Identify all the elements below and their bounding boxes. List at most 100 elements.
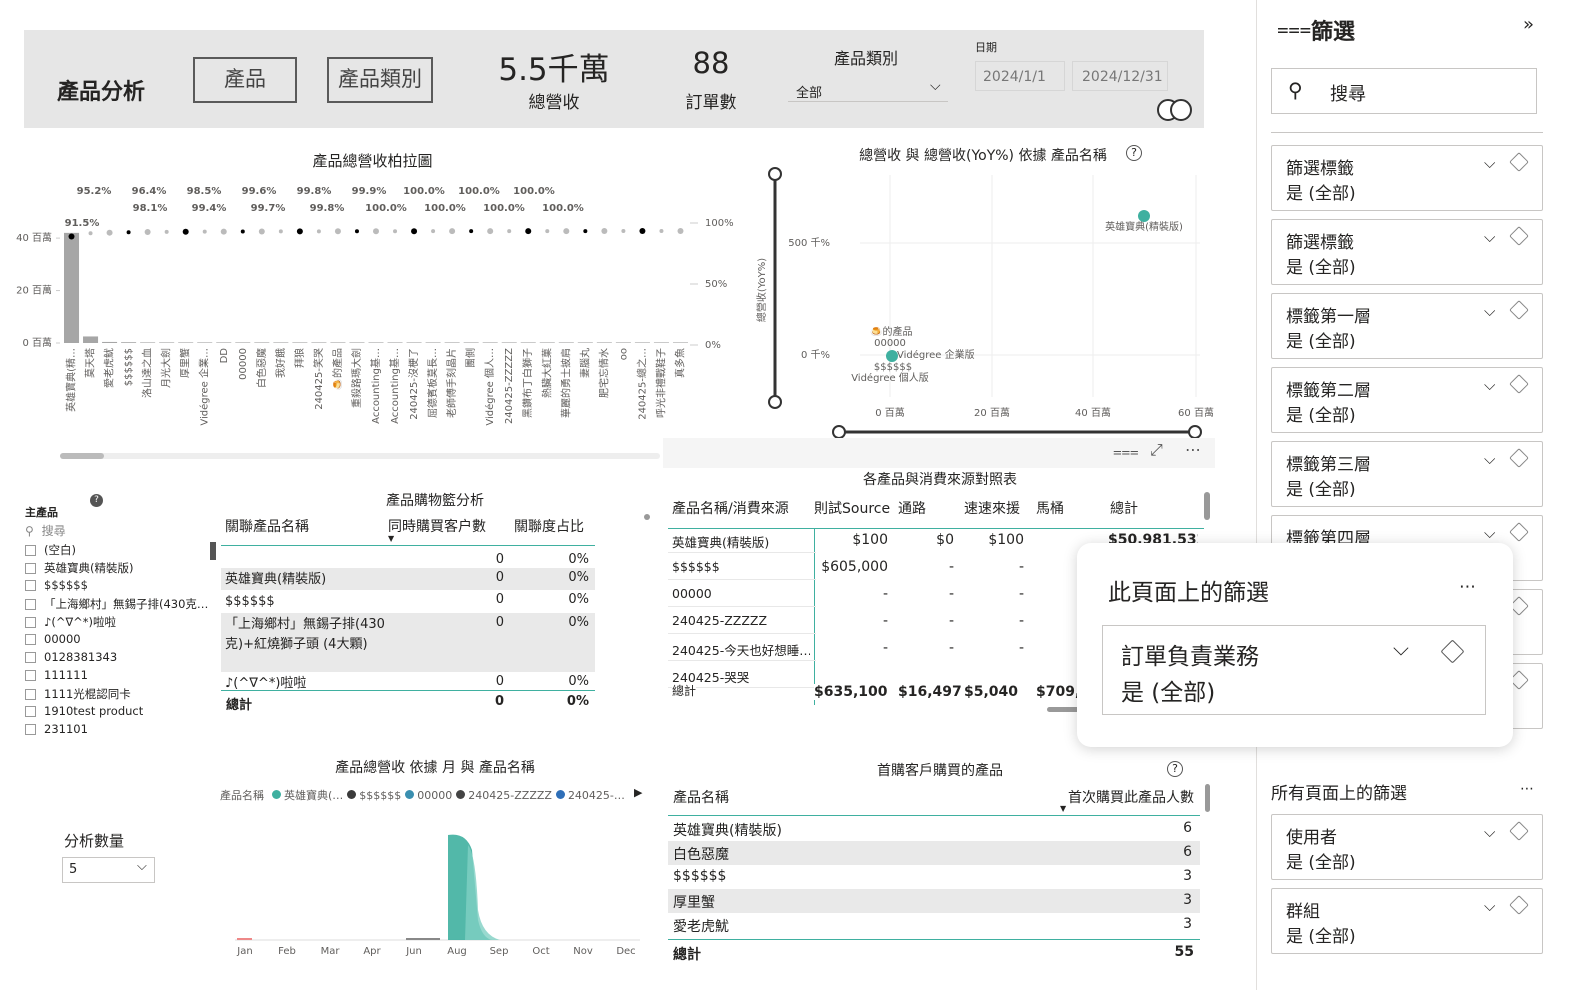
pareto-bar[interactable] [83,336,99,343]
pareto-scrollbar-track[interactable] [60,453,660,459]
pareto-bar[interactable] [216,342,232,343]
pareto-cum-point[interactable] [144,229,151,236]
eraser-icon[interactable] [1509,226,1529,246]
table-row[interactable]: 英雄寶典(精裝版) 6 [668,817,1200,841]
pareto-cum-point[interactable] [621,229,626,234]
slider-handle[interactable] [768,167,782,181]
pareto-bar[interactable] [159,342,175,343]
checkbox[interactable] [25,599,36,610]
pareto-bar[interactable] [368,342,384,343]
chevron-down-icon[interactable]: ⌵ [1484,524,1495,542]
matrix-col-header[interactable]: 馬桶 [1036,498,1064,518]
date-start-input[interactable]: 2024/1/1 [975,61,1065,91]
help-icon[interactable]: ? [90,494,103,507]
pareto-chart[interactable]: 40 百萬 20 百萬 0 百萬 100% 50% 0% 英雄寶典(精… 莫天塔 愛老虎魷 $$$… [0,170,740,465]
list-item[interactable]: 英雄寶典(精裝版) [25,560,215,578]
checkbox[interactable] [25,545,36,556]
pareto-cum-point[interactable] [601,228,608,235]
list-item[interactable]: 00000 [25,632,215,650]
pareto-bar[interactable] [178,342,194,343]
eraser-icon[interactable] [1509,448,1529,468]
list-item[interactable]: 111111 [25,668,215,686]
legend-item[interactable]: 英雄寶典(… [272,789,343,802]
help-icon[interactable]: ? [1167,761,1183,777]
table-row[interactable]: $$$$$$ 0 0% [221,590,595,612]
legend-item[interactable]: $$$$$$ [347,789,401,802]
list-item[interactable]: ♪(^∇^*)啦啦 [25,614,215,632]
pareto-bar[interactable] [672,342,688,343]
pareto-cum-point[interactable] [431,229,436,234]
legend-item[interactable]: 240425-ZZZZZ [456,789,552,802]
chevron-down-icon[interactable]: ⌵ [1484,302,1495,320]
pareto-bar[interactable] [501,342,517,343]
list-scrollbar[interactable] [210,542,216,560]
chevron-down-icon[interactable]: ⌵ [1484,897,1495,915]
matrix-row-label[interactable]: 英雄寶典(精裝版) [672,532,810,551]
table-row[interactable]: 英雄寶典(精裝版) 0 0% [221,568,595,590]
pareto-cum-point[interactable] [220,228,227,235]
pareto-bar[interactable] [577,342,593,343]
pareto-bar[interactable] [444,342,460,343]
category-button[interactable]: 產品類別 [327,57,433,103]
pareto-bar[interactable] [520,342,536,343]
pareto-cum-point[interactable] [316,229,321,234]
pareto-bar[interactable] [121,342,137,343]
pareto-cum-point[interactable] [659,229,664,234]
more-options-icon[interactable]: ⋯ [1520,781,1534,797]
pareto-bar[interactable] [197,342,213,343]
pareto-bar[interactable] [387,342,403,343]
list-item[interactable]: 1111光棍認同卡 [25,686,215,704]
pareto-bar[interactable] [634,342,650,343]
table-row[interactable]: 厚里蟹 3 [668,889,1200,913]
pareto-bar[interactable] [292,342,308,343]
matrix-col-header[interactable]: 則試Source [814,498,890,518]
pareto-cum-point[interactable] [354,229,359,234]
chevron-down-icon[interactable]: ⌵ [1484,450,1495,468]
pareto-bar[interactable] [596,342,612,343]
pareto-bar[interactable] [254,342,270,343]
pareto-cum-point[interactable] [278,229,283,234]
matrix-col-header[interactable]: 通路 [898,498,926,518]
pareto-cum-point[interactable] [182,228,189,235]
pareto-cum-point[interactable] [393,229,398,234]
checkbox[interactable] [25,670,36,681]
list-item[interactable]: 231101 [25,722,215,736]
pareto-cum-point[interactable] [525,228,532,235]
pareto-bar[interactable] [558,342,574,343]
matrix-row-label[interactable]: 240425-今天也好想睡… [672,640,810,659]
pareto-cum-point[interactable] [545,229,550,234]
pareto-cum-point[interactable] [487,228,494,235]
pareto-cum-point[interactable] [411,228,418,235]
basket-col-header-1[interactable]: 關聯產品名稱 [225,516,309,536]
pareto-bar[interactable] [349,342,365,343]
pareto-cum-point[interactable] [677,228,684,234]
pareto-cum-point[interactable] [469,229,474,234]
table-row[interactable]: ♪(^∇^*)啦啦 0 0% [221,672,595,690]
pareto-scrollbar-thumb[interactable] [60,453,104,459]
list-item[interactable]: 1910test product [25,704,215,722]
pareto-cum-point[interactable] [106,229,113,236]
matrix-row-label[interactable]: 240425-ZZZZZ [672,613,810,628]
pareto-bar[interactable] [64,232,80,343]
basket-col-header-3[interactable]: 關聯度占比 [514,516,584,536]
table-row[interactable]: 白色惡魔 6 [668,841,1200,865]
chevron-down-icon[interactable]: ⌵ [1393,636,1409,661]
table-row[interactable]: 愛老虎魷 3 [668,913,1200,937]
table-row[interactable]: 0 0% [221,550,595,568]
eraser-icon[interactable] [1509,374,1529,394]
chevron-down-icon[interactable]: ⌵ [1484,823,1495,841]
collapse-pane-icon[interactable]: » [1523,14,1534,35]
checkbox[interactable] [25,689,36,700]
pareto-cum-point[interactable] [583,229,588,234]
matrix-col-header[interactable]: 總計 [1110,498,1138,518]
matrix-v-scrollbar[interactable] [1204,492,1210,520]
checkbox[interactable] [25,652,36,663]
eraser-icon[interactable] [1509,821,1529,841]
pareto-bar[interactable] [330,342,346,343]
pareto-cum-point[interactable] [639,228,646,235]
pareto-bar[interactable] [140,342,156,343]
checkbox[interactable] [25,580,36,591]
pareto-bar[interactable] [482,342,498,343]
eraser-icon[interactable] [1509,152,1529,172]
matrix-row-label[interactable]: $$$$$$ [672,559,810,574]
